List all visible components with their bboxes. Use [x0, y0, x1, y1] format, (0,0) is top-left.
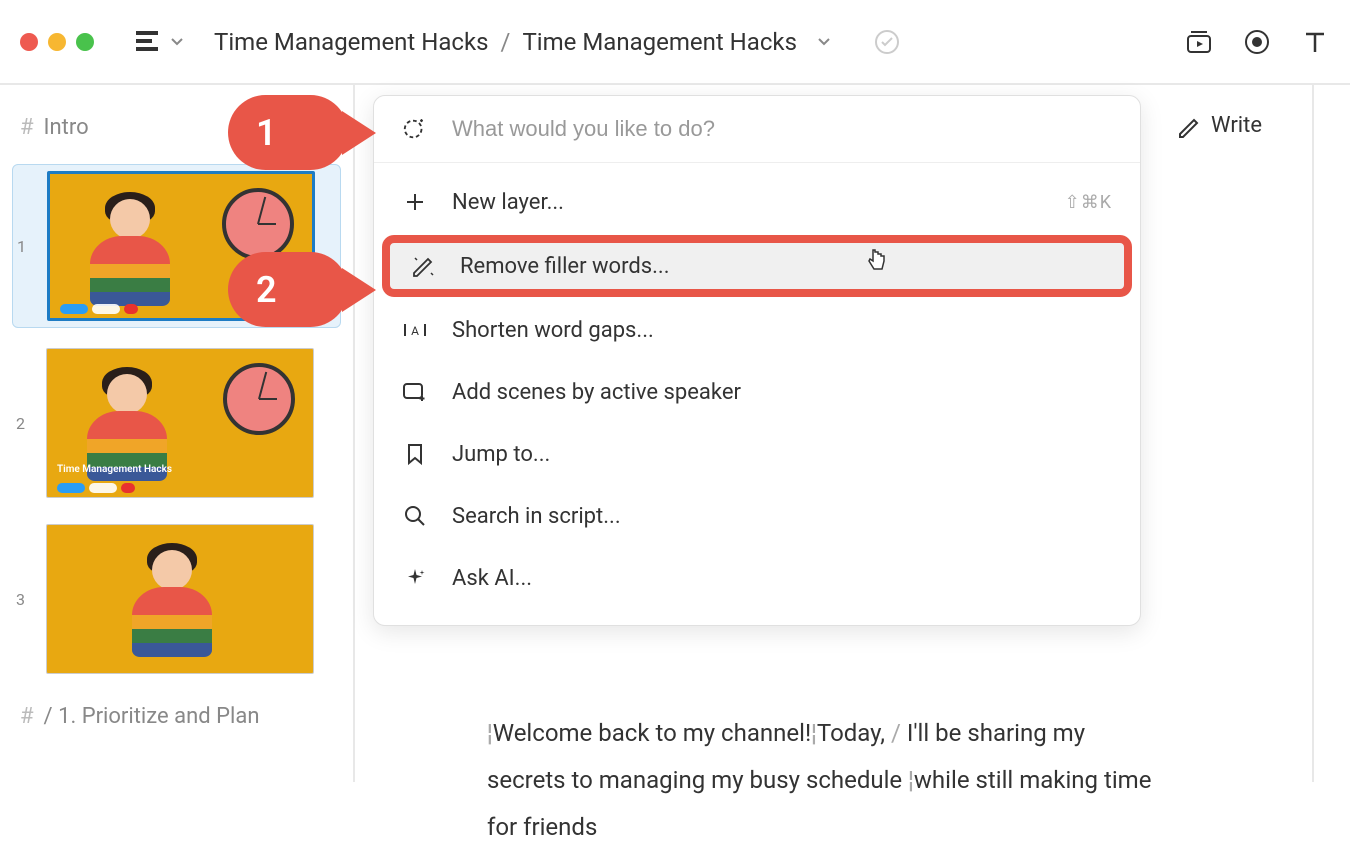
annotation-callout-1: 1	[228, 95, 348, 170]
thumbnail-caption: Time Management Hacks	[57, 464, 172, 475]
pencil-icon	[1177, 114, 1201, 138]
record-icon[interactable]	[1242, 27, 1272, 57]
menu-item-search-script[interactable]: Search in script...	[374, 485, 1140, 547]
window-close-button[interactable]	[20, 33, 38, 51]
topbar-actions	[1184, 27, 1330, 57]
menu-item-ask-ai[interactable]: Ask AI...	[374, 547, 1140, 609]
menu-item-label: Search in script...	[452, 504, 621, 529]
transcript-segment: Today,	[817, 719, 891, 747]
keyboard-shortcut: ⇧⌘K	[1065, 192, 1112, 213]
command-palette-header	[374, 96, 1140, 163]
thumbnail-number: 2	[16, 414, 32, 433]
menu-item-label: Add scenes by active speaker	[452, 380, 741, 405]
window-minimize-button[interactable]	[48, 33, 66, 51]
menu-item-label: Remove filler words...	[460, 254, 670, 279]
word-gap-icon: A	[402, 317, 428, 343]
svg-text:A: A	[411, 324, 419, 338]
sync-status-icon	[873, 28, 901, 56]
transcript-segment: I'll be	[901, 719, 962, 747]
hash-icon: #	[20, 704, 34, 729]
traffic-lights	[20, 33, 94, 51]
window-maximize-button[interactable]	[76, 33, 94, 51]
play-queue-icon[interactable]	[1184, 27, 1214, 57]
menu-item-remove-filler-words[interactable]: Remove filler words...	[382, 235, 1132, 297]
text-tool-icon[interactable]	[1300, 27, 1330, 57]
command-palette-input[interactable]	[452, 116, 1112, 142]
menu-item-shorten-word-gaps[interactable]: A Shorten word gaps...	[374, 299, 1140, 361]
command-palette: New layer... ⇧⌘K Remove filler words... …	[373, 95, 1141, 626]
write-label: Write	[1211, 113, 1262, 138]
bookmark-icon	[402, 441, 428, 467]
write-button[interactable]: Write	[1177, 113, 1262, 138]
menu-item-new-layer[interactable]: New layer... ⇧⌘K	[374, 171, 1140, 233]
menu-item-label: New layer...	[452, 190, 564, 215]
content-area: New layer... ⇧⌘K Remove filler words... …	[355, 85, 1314, 782]
breadcrumb: Time Management Hacks / Time Management …	[214, 28, 901, 56]
breadcrumb-chevron-icon[interactable]	[817, 37, 831, 47]
main: # Intro 1 2 Time Management Hacks 3	[0, 85, 1350, 782]
section-title: Intro	[44, 115, 89, 140]
transcript-text[interactable]: ¦Welcome back to my channel!¦Today, / I'…	[487, 710, 1167, 850]
section-title: / 1. Prioritize and Plan	[44, 704, 260, 729]
thumbnail-image	[46, 524, 314, 674]
command-palette-list: New layer... ⇧⌘K Remove filler words... …	[374, 163, 1140, 625]
thumbnail-image: Time Management Hacks	[46, 348, 314, 498]
app-logo-icon[interactable]	[134, 29, 160, 55]
topbar: Time Management Hacks / Time Management …	[0, 0, 1350, 85]
transcript-segment: Welcome back to my channel!	[493, 719, 811, 747]
edit-magic-icon	[410, 253, 436, 279]
menu-item-label: Shorten word gaps...	[452, 318, 654, 343]
scene-thumbnail-3[interactable]: 3	[12, 518, 341, 680]
thumbnail-number: 1	[17, 237, 33, 256]
section-header-prioritize[interactable]: # / 1. Prioritize and Plan	[12, 694, 341, 739]
thumbnail-number: 3	[16, 590, 32, 609]
breadcrumb-file[interactable]: Time Management Hacks	[522, 28, 797, 56]
cursor-pointer-icon	[865, 247, 889, 273]
plus-icon	[402, 189, 428, 215]
menu-item-label: Jump to...	[452, 442, 550, 467]
transcript-segment: /	[891, 719, 901, 747]
menu-item-add-scenes-speaker[interactable]: Add scenes by active speaker	[374, 361, 1140, 423]
annotation-callout-2: 2	[228, 252, 348, 327]
breadcrumb-separator: /	[501, 28, 511, 56]
menu-item-label: Ask AI...	[452, 566, 532, 591]
breadcrumb-project[interactable]: Time Management Hacks	[214, 28, 489, 56]
sidebar: # Intro 1 2 Time Management Hacks 3	[0, 85, 355, 782]
project-dropdown-chevron-icon[interactable]	[170, 37, 184, 47]
ai-sparkle-icon	[402, 116, 428, 142]
sparkles-icon	[402, 565, 428, 591]
scene-add-icon	[402, 379, 428, 405]
scene-thumbnail-2[interactable]: 2 Time Management Hacks	[12, 342, 341, 504]
menu-item-jump-to[interactable]: Jump to...	[374, 423, 1140, 485]
search-icon	[402, 503, 428, 529]
transcript-segment: schedule	[806, 766, 908, 794]
hash-icon: #	[20, 115, 34, 140]
